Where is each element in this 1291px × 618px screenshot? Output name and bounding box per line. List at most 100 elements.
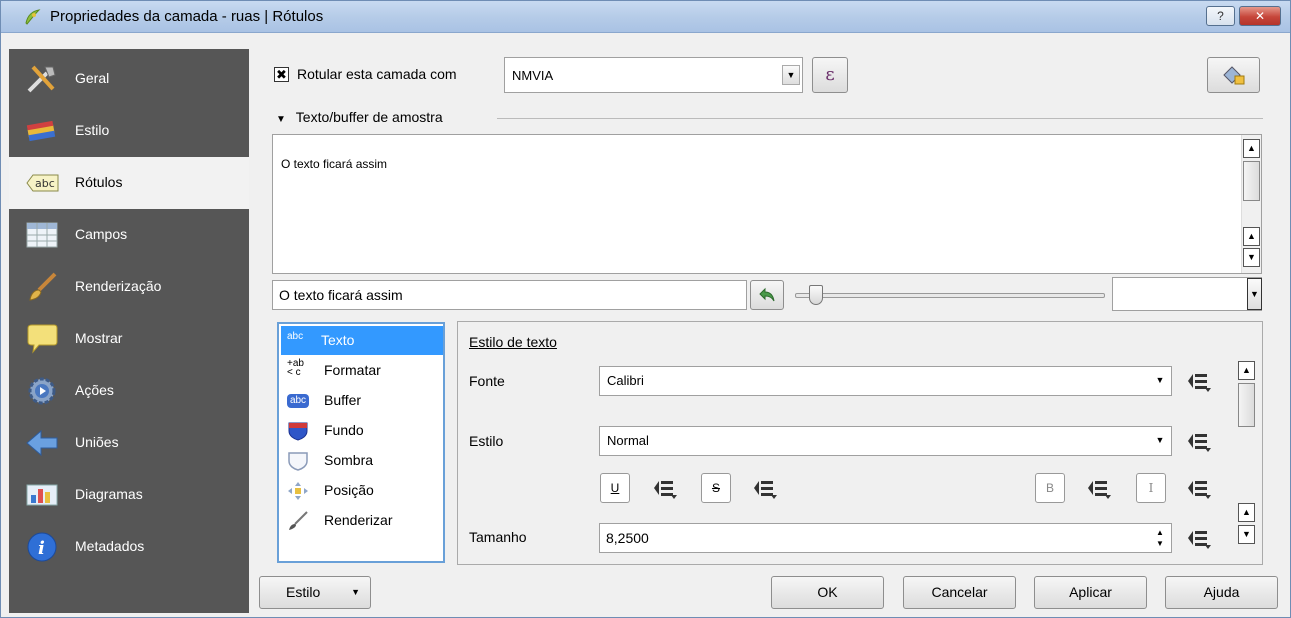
label-layer-checkbox-label: Rotular esta camada com: [297, 66, 457, 82]
abc-text-icon: abc: [287, 331, 304, 342]
slider-track: [795, 293, 1105, 298]
label-settings-icon: [1222, 66, 1244, 85]
help-title-button[interactable]: ?: [1206, 6, 1235, 26]
scroll-up-icon[interactable]: ▲: [1243, 139, 1260, 158]
label-layer-checkbox[interactable]: ✖: [274, 67, 289, 82]
info-icon: i: [27, 532, 57, 562]
scroll-thumb[interactable]: [1238, 383, 1255, 427]
abc-label-icon: abc: [26, 174, 59, 192]
scroll-down-icon[interactable]: ▼: [1243, 248, 1260, 267]
sidebar-item-acoes[interactable]: Ações: [9, 365, 249, 417]
style-menu-label: Estilo: [286, 584, 321, 600]
tab-label: Renderizar: [324, 512, 393, 528]
title-bar[interactable]: Propriedades da camada - ruas | Rótulos …: [1, 1, 1290, 33]
sidebar-item-label: Geral: [75, 70, 110, 86]
data-defined-override-icon[interactable]: [1085, 475, 1115, 501]
data-defined-override-icon[interactable]: [1185, 428, 1215, 454]
sample-section-header[interactable]: ▼ Texto/buffer de amostra: [276, 109, 443, 125]
sidebar-item-estilo[interactable]: Estilo: [9, 105, 249, 157]
scroll-up-icon[interactable]: ▲: [1238, 503, 1255, 522]
label-preview: O texto ficará assim ▲ ▲ ▼: [272, 134, 1262, 274]
sidebar-item-rotulos[interactable]: abc Rótulos: [9, 157, 249, 209]
italic-button[interactable]: I: [1136, 473, 1166, 503]
close-button[interactable]: ✕: [1239, 6, 1281, 26]
brush-icon: [289, 511, 308, 530]
size-spinbox[interactable]: 8,2500 ▲ ▼: [599, 523, 1172, 553]
font-label: Fonte: [469, 373, 505, 389]
tab-renderizar[interactable]: Renderizar: [281, 506, 443, 535]
sidebar-item-campos[interactable]: Campos: [9, 209, 249, 261]
sidebar-item-mostrar[interactable]: Mostrar: [9, 313, 249, 365]
style-menu-button[interactable]: Estilo ▼: [259, 576, 371, 609]
tab-sombra[interactable]: Sombra: [281, 446, 443, 475]
gear-icon: [28, 377, 56, 405]
size-label: Tamanho: [469, 529, 527, 545]
svg-text:i: i: [38, 538, 45, 559]
chevron-down-icon: ▼: [1247, 278, 1262, 310]
abc-buffer-icon: abc: [287, 394, 309, 408]
text-style-title: Estilo de texto: [469, 334, 557, 350]
sidebar-item-unioes[interactable]: Uniões: [9, 417, 249, 469]
data-defined-override-icon[interactable]: [1185, 475, 1215, 501]
spin-arrows-icon[interactable]: ▲ ▼: [1153, 527, 1167, 549]
format-icon: +ab < c: [287, 358, 304, 378]
undo-arrow-icon: [759, 287, 775, 302]
chevron-down-icon: ▼: [351, 587, 360, 597]
brush-icon: [26, 120, 56, 142]
apply-button[interactable]: Aplicar: [1034, 576, 1147, 609]
sidebar-item-label: Ações: [75, 382, 114, 398]
cancel-button[interactable]: Cancelar: [903, 576, 1016, 609]
bold-button[interactable]: B: [1035, 473, 1065, 503]
tab-formatar[interactable]: +ab < c Formatar: [281, 356, 443, 385]
size-value: 8,2500: [606, 530, 649, 546]
reset-preview-button[interactable]: [750, 280, 784, 310]
preview-scrollbar[interactable]: ▲ ▲ ▼: [1241, 135, 1261, 273]
ok-button[interactable]: OK: [771, 576, 884, 609]
tab-buffer[interactable]: abc Buffer: [281, 386, 443, 415]
scroll-down-icon[interactable]: ▼: [1238, 525, 1255, 544]
data-defined-override-icon[interactable]: [1185, 368, 1215, 394]
sidebar-item-metadados[interactable]: i Metadados: [9, 521, 249, 573]
sidebar-item-renderizacao[interactable]: Renderização: [9, 261, 249, 313]
font-combo[interactable]: Calibri ▼: [599, 366, 1172, 396]
help-button[interactable]: Ajuda: [1165, 576, 1278, 609]
rule-settings-button[interactable]: [1207, 57, 1260, 93]
tab-texto[interactable]: abc Texto: [281, 326, 443, 355]
sidebar-item-diagramas[interactable]: Diagramas: [9, 469, 249, 521]
tab-label: Posição: [324, 482, 374, 498]
collapse-triangle-icon: ▼: [276, 114, 286, 125]
slider-handle[interactable]: [809, 285, 823, 305]
shadow-icon: [288, 452, 308, 471]
tab-label: Formatar: [324, 362, 381, 378]
preview-text-input[interactable]: O texto ficará assim: [272, 280, 747, 310]
data-defined-override-icon[interactable]: [651, 475, 681, 501]
preview-background-color[interactable]: ▼: [1112, 277, 1262, 311]
label-settings-tabs: abc Texto +ab < c Formatar abc Buffer Fu…: [277, 322, 445, 563]
label-field-combo[interactable]: NMVIA ▼: [504, 57, 803, 93]
sidebar-item-label: Diagramas: [75, 486, 143, 502]
tab-posicao[interactable]: Posição: [281, 476, 443, 505]
data-defined-override-icon[interactable]: [751, 475, 781, 501]
style-combo[interactable]: Normal ▼: [599, 426, 1172, 456]
scroll-up-icon[interactable]: ▲: [1243, 227, 1260, 246]
scroll-thumb[interactable]: [1243, 161, 1260, 201]
sidebar: Geral Estilo abc Rótulos Campos Renderiz…: [9, 49, 249, 613]
tools-icon: [27, 65, 56, 93]
panel-scrollbar[interactable]: ▲ ▲ ▼: [1237, 361, 1257, 556]
layer-properties-dialog: Propriedades da camada - ruas | Rótulos …: [0, 0, 1291, 618]
scroll-up-icon[interactable]: ▲: [1238, 361, 1255, 380]
data-defined-override-icon[interactable]: [1185, 525, 1215, 551]
sidebar-item-label: Campos: [75, 226, 128, 242]
expression-button[interactable]: ε: [812, 57, 848, 93]
tab-label: Buffer: [324, 392, 362, 408]
chevron-down-icon: ▼: [782, 65, 800, 85]
sidebar-item-geral[interactable]: Geral: [9, 53, 249, 105]
sidebar-item-label: Uniões: [75, 434, 119, 450]
strikeout-button[interactable]: S: [701, 473, 731, 503]
underline-button[interactable]: U: [600, 473, 630, 503]
position-icon: [288, 482, 308, 500]
preview-text: O texto ficará assim: [281, 157, 388, 171]
preview-text-input-value: O texto ficará assim: [279, 287, 403, 303]
tab-fundo[interactable]: Fundo: [281, 416, 443, 445]
preview-scale-slider[interactable]: [795, 284, 1105, 306]
